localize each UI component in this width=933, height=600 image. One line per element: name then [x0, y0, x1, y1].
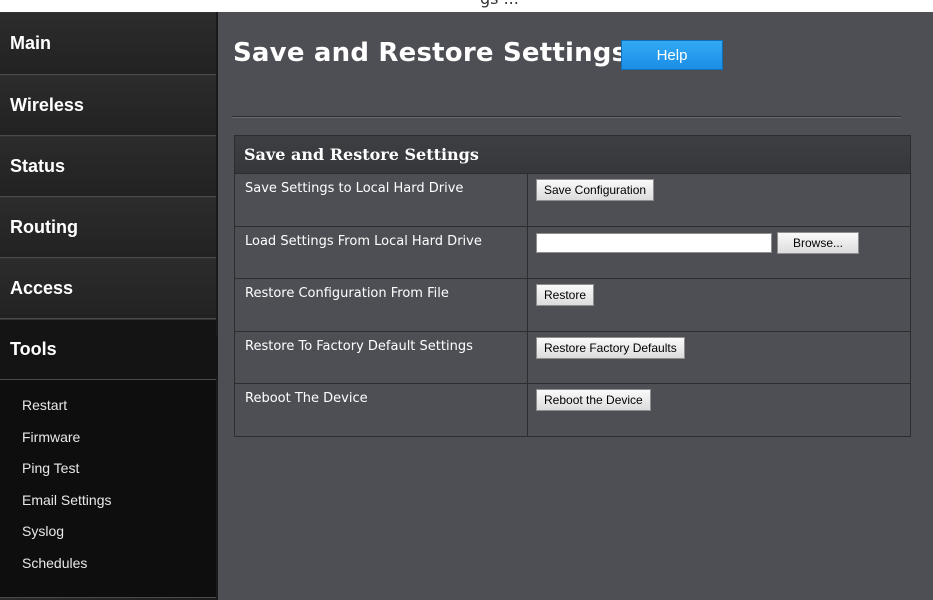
sidebar-item-label: Status: [10, 155, 66, 176]
sidebar-item-label: Access: [10, 277, 74, 298]
app-frame: gs ... Main Wireless Status Routing Acce…: [0, 0, 933, 600]
sidebar-item-tools[interactable]: Tools: [0, 319, 230, 380]
sidebar-item-label: Tools: [10, 338, 57, 359]
browse-button[interactable]: Browse...: [777, 231, 859, 254]
row-action: Save Configuration: [528, 174, 910, 226]
table-row: Reboot The Device Reboot the Device: [235, 384, 910, 436]
row-label: Restore Configuration From File: [235, 279, 528, 331]
sidebar-item-label: Routing: [10, 216, 78, 237]
file-path-input[interactable]: [536, 232, 772, 253]
save-configuration-button[interactable]: Save Configuration: [536, 179, 655, 201]
top-cut-text: gs ...: [480, 0, 519, 8]
row-label: Reboot The Device: [235, 384, 528, 436]
tools-submenu: Restart Firmware Ping Test Email Setting…: [0, 380, 216, 598]
panel-header: Save and Restore Settings: [235, 136, 910, 174]
row-action: Browse...: [528, 227, 910, 279]
top-strip: gs ...: [0, 0, 933, 12]
row-label: Restore To Factory Default Settings: [235, 331, 528, 383]
sidebar-item-label: Main: [10, 32, 52, 53]
submenu-item-syslog[interactable]: Syslog: [0, 516, 216, 548]
row-action: Restore Factory Defaults: [528, 332, 910, 384]
sidebar-item-status[interactable]: Status: [0, 136, 216, 197]
page-title: Save and Restore Settings: [233, 38, 628, 68]
sidebar-item-wireless[interactable]: Wireless: [0, 75, 216, 136]
submenu-item-restart[interactable]: Restart: [0, 390, 216, 422]
settings-panel: Save and Restore Settings Save Settings …: [234, 135, 911, 437]
title-divider: [232, 116, 901, 118]
table-row: Load Settings From Local Hard Drive Brow…: [235, 226, 910, 279]
table-row: Restore Configuration From File Restore: [235, 279, 910, 332]
row-action: Reboot the Device: [528, 384, 910, 436]
sidebar-item-routing[interactable]: Routing: [0, 197, 216, 258]
submenu-item-ping-test[interactable]: Ping Test: [0, 453, 216, 485]
sidebar-item-main[interactable]: Main: [0, 12, 216, 75]
row-label: Load Settings From Local Hard Drive: [235, 226, 528, 278]
submenu-item-schedules[interactable]: Schedules: [0, 548, 216, 580]
submenu-item-email-settings[interactable]: Email Settings: [0, 485, 216, 517]
row-action: Restore: [528, 279, 910, 331]
sidebar-item-access[interactable]: Access: [0, 258, 216, 319]
main-content: Save and Restore Settings Help Save and …: [218, 12, 933, 600]
table-row: Save Settings to Local Hard Drive Save C…: [235, 174, 910, 227]
reboot-device-button[interactable]: Reboot the Device: [536, 389, 651, 411]
row-label: Save Settings to Local Hard Drive: [235, 174, 528, 226]
help-button[interactable]: Help: [621, 40, 723, 70]
sidebar-item-label: Wireless: [10, 94, 84, 115]
restore-factory-defaults-button[interactable]: Restore Factory Defaults: [536, 336, 685, 359]
restore-button[interactable]: Restore: [536, 284, 595, 306]
sidebar: Main Wireless Status Routing Access Tool…: [0, 12, 230, 600]
table-row: Restore To Factory Default Settings Rest…: [235, 331, 910, 384]
submenu-item-firmware[interactable]: Firmware: [0, 422, 216, 454]
